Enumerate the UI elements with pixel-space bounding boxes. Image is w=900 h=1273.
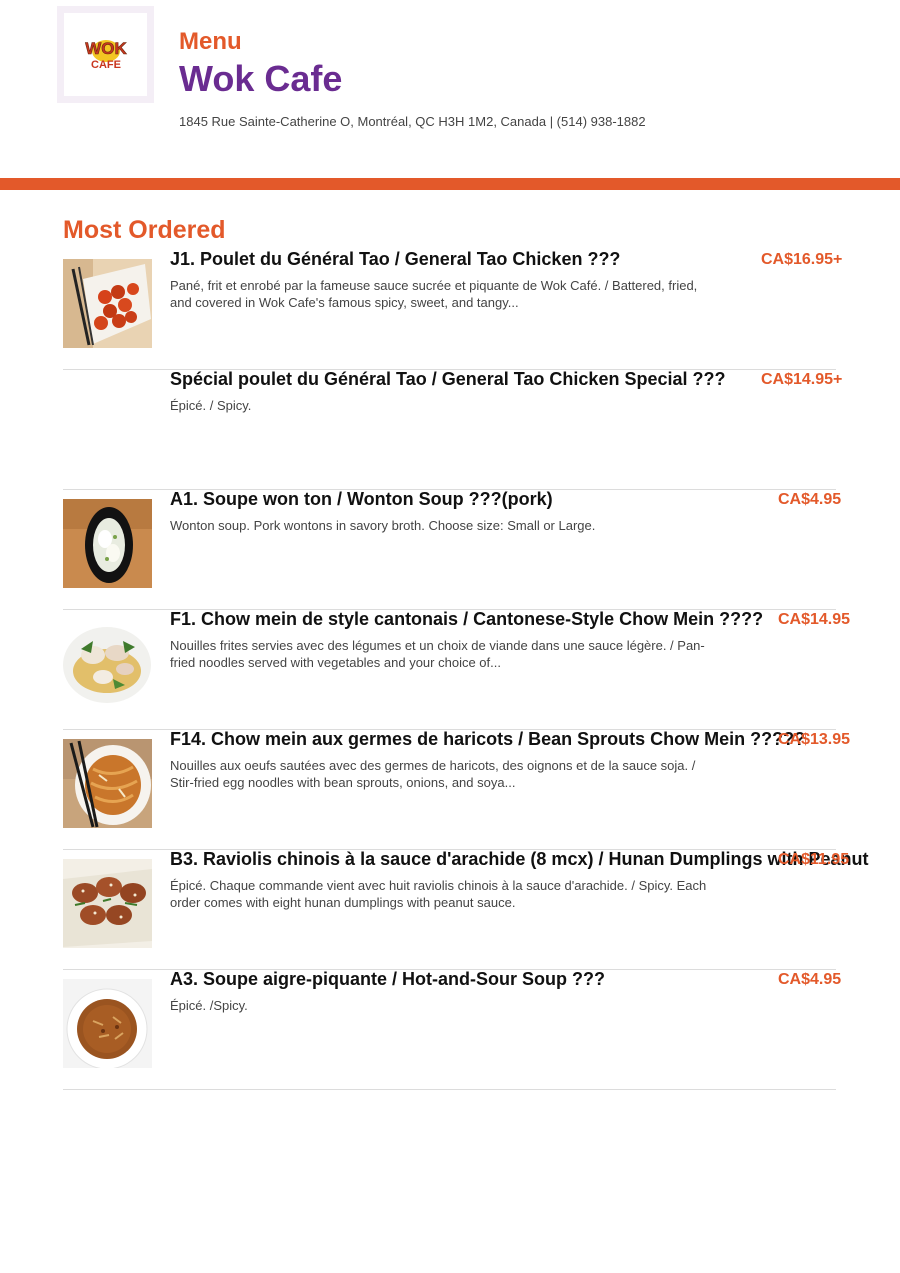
menu-item-price: CA$4.95	[778, 491, 842, 508]
menu-item-wonton-soup[interactable]: A1. Soupe won ton / Wonton Soup ???(pork…	[63, 489, 841, 610]
menu-item-description: Nouilles aux oeufs sautées avec des germ…	[170, 758, 696, 790]
restaurant-logo: WOK CAFE	[64, 13, 147, 96]
section-title: Most Ordered	[63, 216, 226, 244]
menu-item-description: Wonton soup. Pork wontons in savory brot…	[170, 518, 596, 533]
menu-item-title: F1. Chow mein de style cantonais / Canto…	[170, 609, 764, 629]
restaurant-logo-frame: WOK CAFE	[57, 6, 154, 103]
menu-item-price: CA$14.95+	[761, 371, 843, 388]
menu-item-title: A3. Soupe aigre-piquante / Hot-and-Sour …	[170, 969, 605, 989]
menu-item-bean-sprouts-chow-mein[interactable]: F14. Chow mein aux germes de haricots / …	[63, 729, 850, 850]
menu-item-hunan-dumplings[interactable]: B3. Raviolis chinois à la sauce d'arachi…	[63, 849, 868, 970]
menu-item-price: CA$4.95	[778, 971, 842, 988]
menu-item-price: CA$11.95	[778, 851, 850, 868]
cantonese-chow-mein-photo	[63, 619, 152, 708]
menu-item-price: CA$13.95	[778, 731, 851, 748]
menu-item-description: Épicé. Chaque commande vient avec huit r…	[170, 878, 707, 910]
item-divider	[63, 1089, 836, 1090]
menu-item-general-tao-chicken[interactable]: J1. Poulet du Général Tao / General Tao …	[63, 249, 842, 370]
menu-item-price: CA$14.95	[778, 611, 851, 628]
menu-item-price: CA$16.95+	[761, 251, 843, 268]
menu-item-description: Pané, frit et enrobé par la fameuse sauc…	[170, 278, 698, 310]
menu-item-title: A1. Soupe won ton / Wonton Soup ???(pork…	[170, 489, 553, 509]
menu-item-title: B3. Raviolis chinois à la sauce d'arachi…	[170, 849, 869, 869]
menu-item-description: Nouilles frites servies avec des légumes…	[170, 638, 705, 670]
restaurant-name: Wok Cafe	[179, 58, 343, 99]
wonton-soup-photo	[63, 499, 152, 588]
general-tao-chicken-photo	[63, 259, 152, 348]
menu-item-general-tao-chicken-special[interactable]: Spécial poulet du Général Tao / General …	[63, 369, 842, 490]
menu-item-description: Épicé. / Spicy.	[170, 398, 252, 413]
menu-item-cantonese-chow-mein[interactable]: F1. Chow mein de style cantonais / Canto…	[63, 609, 850, 730]
menu-item-title: J1. Poulet du Général Tao / General Tao …	[170, 249, 621, 269]
menu-label: Menu	[179, 28, 242, 55]
menu-item-hot-and-sour-soup[interactable]: A3. Soupe aigre-piquante / Hot-and-Sour …	[63, 969, 841, 1090]
logo-wordmark-bottom: CAFE	[91, 59, 121, 71]
restaurant-address: 1845 Rue Sainte-Catherine O, Montréal, Q…	[179, 114, 646, 129]
menu-item-title: Spécial poulet du Général Tao / General …	[170, 369, 726, 389]
header-divider-bar	[0, 178, 900, 190]
menu-item-title: F14. Chow mein aux germes de haricots / …	[170, 729, 806, 749]
hot-and-sour-soup-photo	[63, 979, 152, 1068]
bean-sprouts-chow-mein-photo	[63, 739, 152, 828]
logo-wordmark-top: WOK	[85, 39, 127, 58]
menu-item-description: Épicé. /Spicy.	[170, 998, 248, 1013]
hunan-dumplings-photo	[63, 859, 152, 948]
